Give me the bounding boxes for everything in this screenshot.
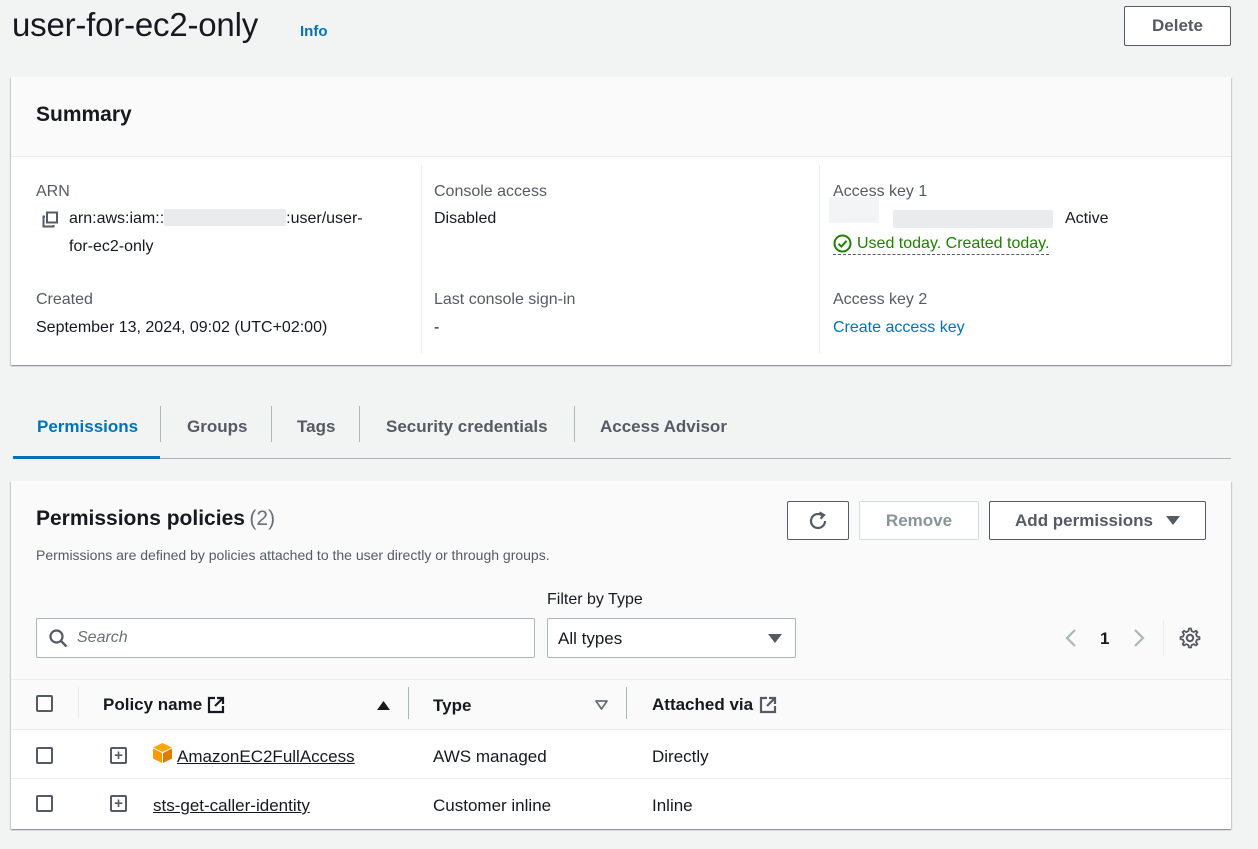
select-all-checkbox[interactable] xyxy=(36,695,53,712)
table-top-border xyxy=(11,679,1231,680)
tab-separator xyxy=(574,406,575,442)
external-link-icon xyxy=(208,696,225,714)
tab-permissions[interactable]: Permissions xyxy=(37,417,138,437)
add-permissions-label: Add permissions xyxy=(1015,510,1153,530)
search-input[interactable]: Search xyxy=(36,618,535,658)
policy-type: Customer inline xyxy=(433,796,552,815)
row-checkbox[interactable] xyxy=(36,795,53,812)
column-divider xyxy=(819,165,820,353)
redacted-account-id xyxy=(164,209,287,226)
access-key2-label: Access key 2 xyxy=(833,291,928,308)
external-link-icon xyxy=(759,696,777,714)
attached-via-header-text: Attached via xyxy=(652,695,754,714)
search-icon xyxy=(49,629,68,648)
access-key1-status: Active xyxy=(1065,210,1109,227)
access-key1-usage-text: Used today. Created today. xyxy=(857,234,1050,252)
create-access-key-link[interactable]: Create access key xyxy=(833,314,965,342)
caret-down-icon xyxy=(1165,515,1180,525)
row-checkbox[interactable] xyxy=(36,747,53,764)
redacted-access-key xyxy=(829,197,879,223)
page-number[interactable]: 1 xyxy=(1100,629,1109,649)
gear-icon[interactable] xyxy=(1179,627,1201,649)
last-signin-value: - xyxy=(434,319,440,336)
console-access-value: Disabled xyxy=(434,210,497,227)
redacted-access-key xyxy=(893,210,1053,228)
filter-label: Filter by Type xyxy=(547,591,643,608)
copy-icon[interactable] xyxy=(42,211,59,228)
summary-header xyxy=(11,77,1231,157)
tab-separator xyxy=(160,406,161,442)
permissions-card: Permissions policies (2) Permissions are… xyxy=(11,481,1231,829)
created-value: September 13, 2024, 09:02 (UTC+02:00) xyxy=(36,319,328,336)
caret-down-icon xyxy=(768,634,782,643)
policy-attached-via: Inline xyxy=(652,796,693,815)
row-divider xyxy=(11,778,1231,779)
remove-button[interactable]: Remove xyxy=(859,501,979,540)
arn-label: ARN xyxy=(36,183,70,200)
refresh-icon xyxy=(809,511,827,529)
column-header-attached-via[interactable]: Attached via xyxy=(652,695,777,715)
summary-title: Summary xyxy=(36,103,132,126)
tab-tags[interactable]: Tags xyxy=(297,417,335,437)
tab-security-credentials[interactable]: Security credentials xyxy=(386,417,548,437)
arn-value-line2: for-ec2-only xyxy=(69,238,154,255)
arn-prefix: arn:aws:iam:: xyxy=(69,210,165,227)
page-title: user-for-ec2-only xyxy=(12,6,259,43)
policy-name-header-text: Policy name xyxy=(103,695,203,714)
last-signin-label: Last console sign-in xyxy=(434,291,576,308)
console-access-label: Console access xyxy=(434,183,547,200)
sort-descending-icon[interactable] xyxy=(595,700,608,710)
aws-managed-policy-icon xyxy=(153,743,172,763)
column-header-type[interactable]: Type xyxy=(433,696,471,716)
add-permissions-button[interactable]: Add permissions xyxy=(989,501,1206,540)
policy-type: AWS managed xyxy=(433,747,547,766)
previous-page-icon[interactable] xyxy=(1065,628,1077,648)
refresh-button[interactable] xyxy=(787,501,849,540)
column-header-policy-name[interactable]: Policy name xyxy=(103,695,225,715)
filter-value: All types xyxy=(558,629,623,648)
created-label: Created xyxy=(36,291,93,308)
delete-button[interactable]: Delete xyxy=(1124,6,1231,46)
policy-attached-via: Directly xyxy=(652,747,709,766)
policy-link[interactable]: AmazonEC2FullAccess xyxy=(177,747,355,767)
policy-link[interactable]: sts-get-caller-identity xyxy=(153,796,310,816)
tab-active-indicator xyxy=(13,456,160,459)
filter-type-select[interactable]: All types xyxy=(547,618,796,658)
search-placeholder: Search xyxy=(77,629,128,646)
info-link[interactable]: Info xyxy=(300,23,328,40)
summary-card: Summary ARN arn:aws:iam:::user/user- for… xyxy=(11,77,1231,365)
permissions-count: (2) xyxy=(249,507,276,530)
tab-separator xyxy=(359,406,360,442)
permissions-title-text: Permissions policies xyxy=(36,507,245,530)
arn-value: arn:aws:iam:::user/user- xyxy=(69,205,363,233)
tab-access-advisor[interactable]: Access Advisor xyxy=(600,417,727,437)
tabs-baseline xyxy=(160,458,1231,459)
pagination-divider xyxy=(1163,620,1164,656)
success-check-icon xyxy=(833,234,852,253)
arn-suffix: :user/user- xyxy=(286,210,363,227)
tab-groups[interactable]: Groups xyxy=(187,417,247,437)
permissions-title: Permissions policies (2) xyxy=(36,507,275,531)
column-divider xyxy=(78,687,79,719)
permissions-description: Permissions are defined by policies atta… xyxy=(36,547,550,563)
sort-ascending-icon[interactable] xyxy=(377,700,390,710)
next-page-icon[interactable] xyxy=(1133,628,1145,648)
column-divider xyxy=(421,165,422,353)
expand-row-icon[interactable]: + xyxy=(110,795,127,812)
access-key1-usage[interactable]: Used today. Created today. xyxy=(833,234,1050,255)
column-divider xyxy=(626,687,627,719)
tab-separator xyxy=(271,406,272,442)
column-divider xyxy=(408,687,409,719)
expand-row-icon[interactable]: + xyxy=(110,747,127,764)
